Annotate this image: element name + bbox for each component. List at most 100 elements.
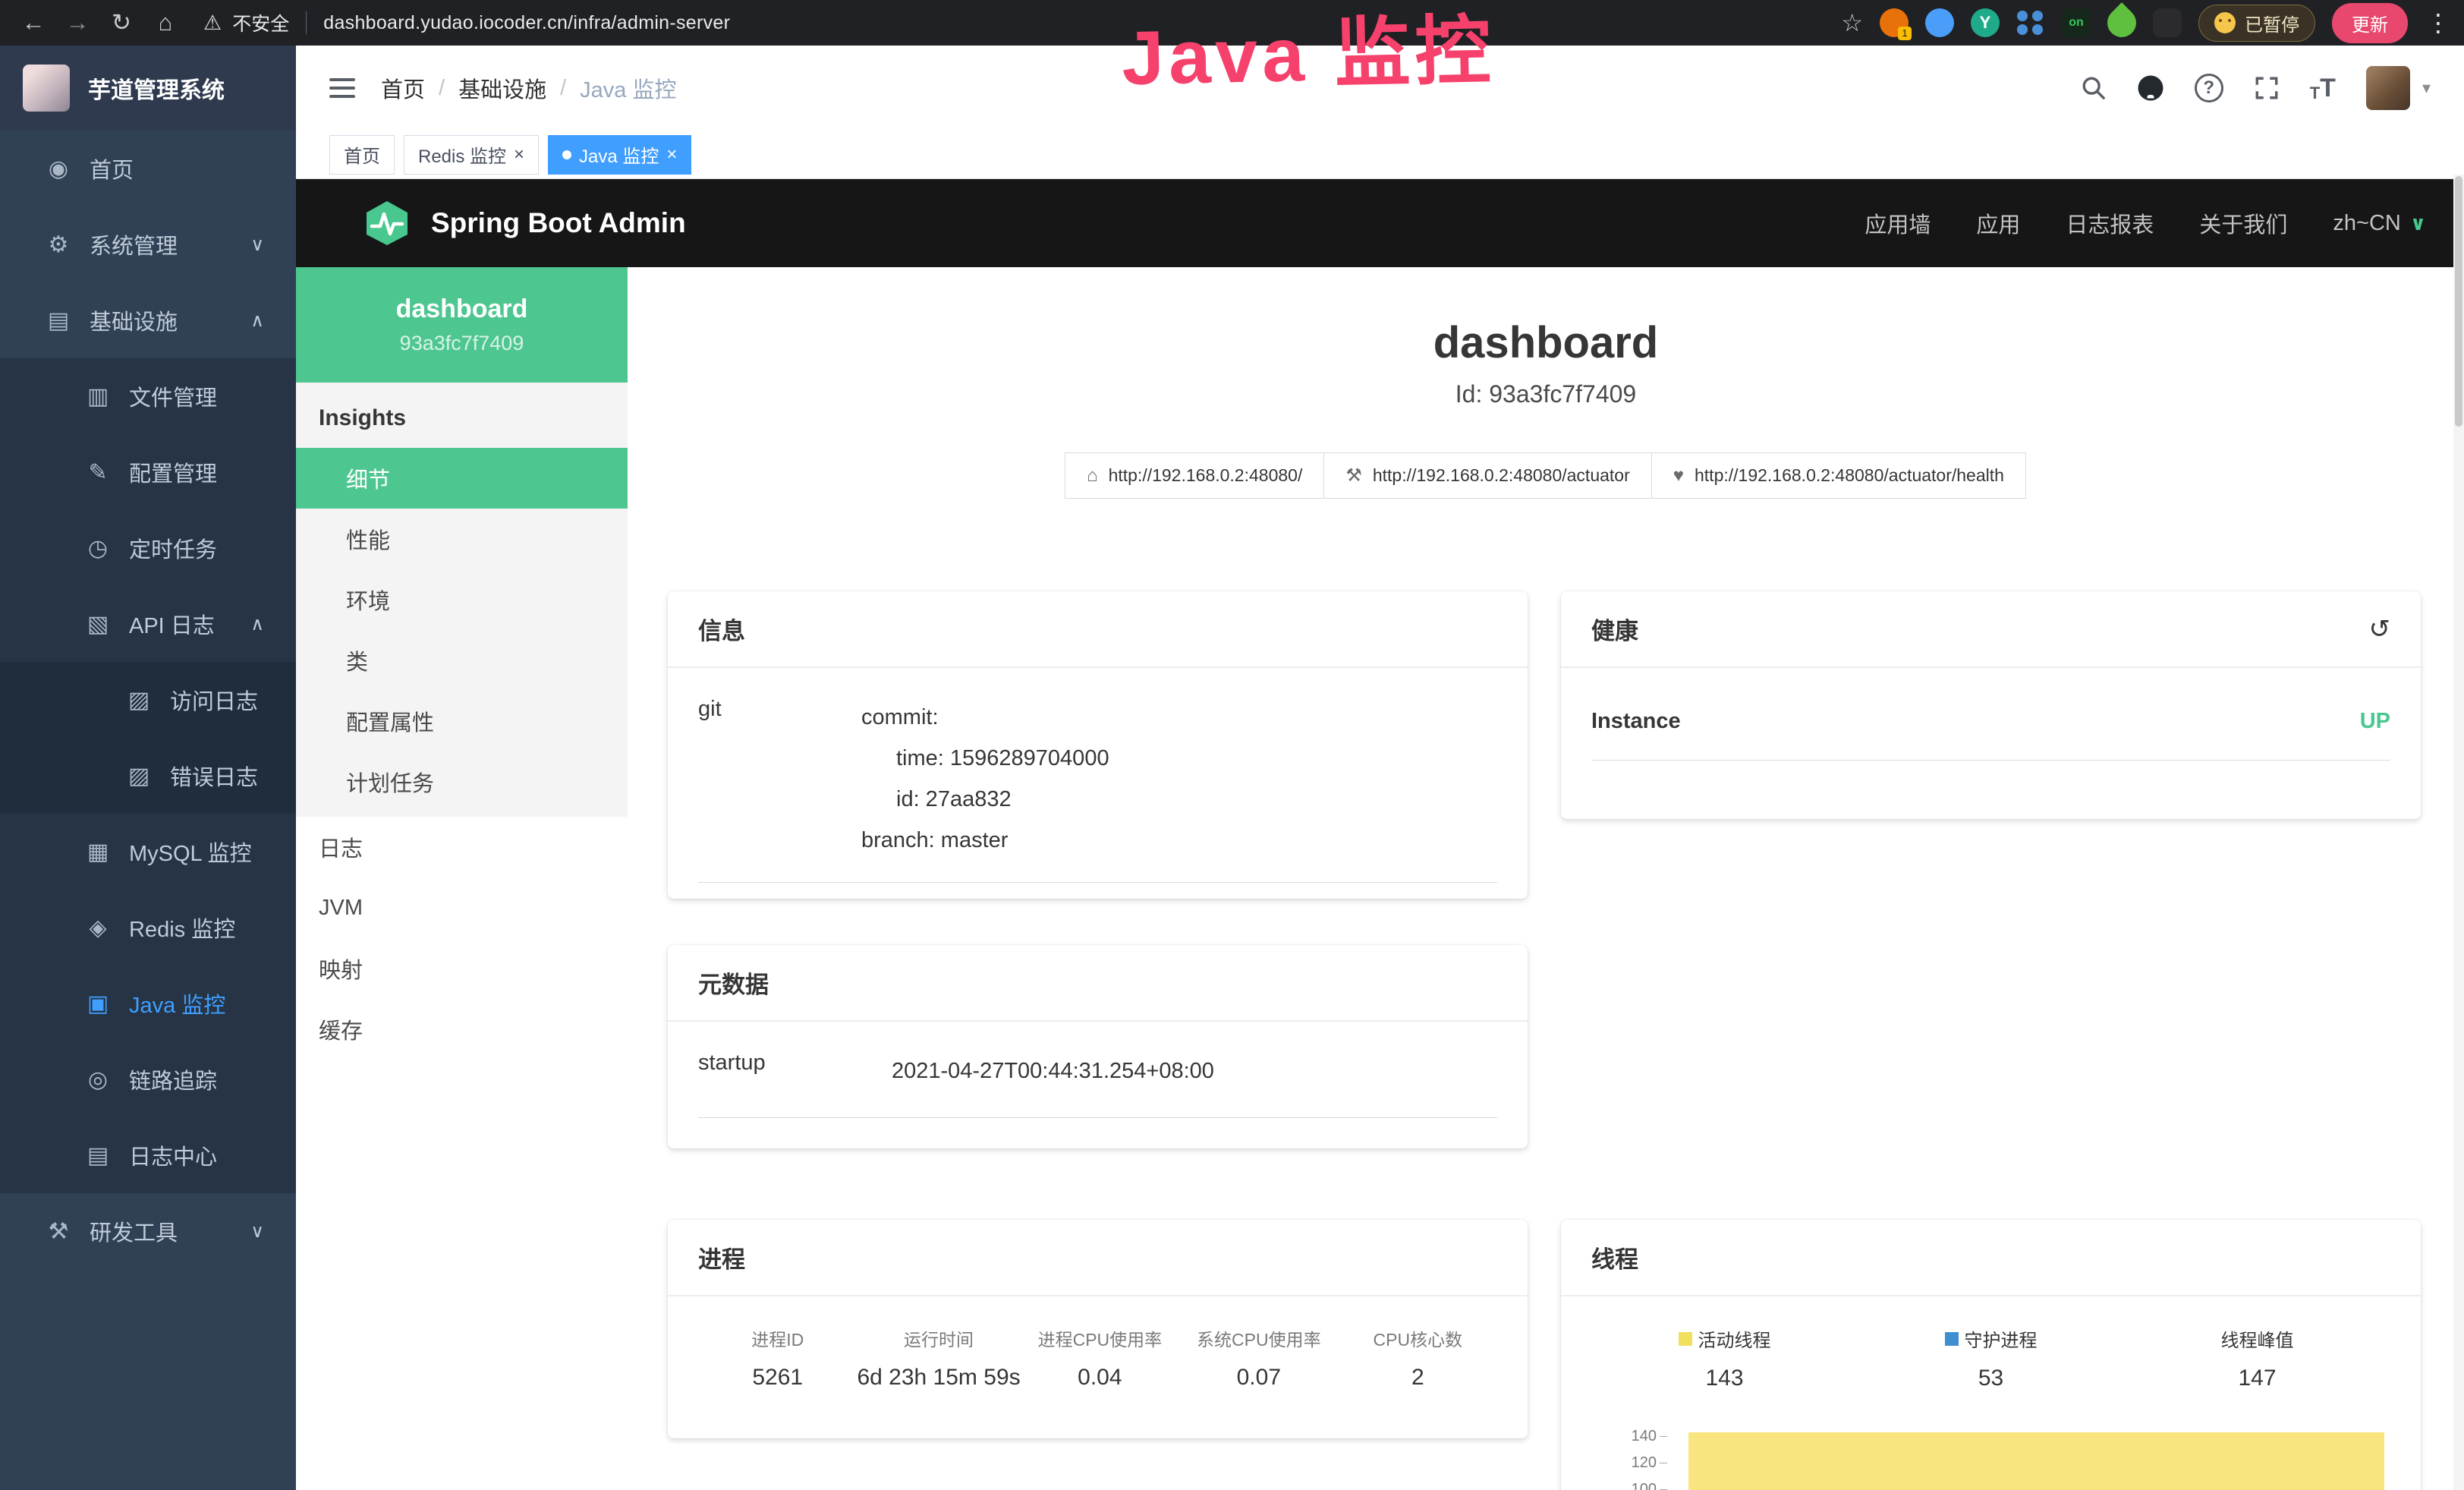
redis-icon: ◈ xyxy=(83,915,112,941)
sba-item-metrics[interactable]: 性能 xyxy=(296,509,628,569)
sidebar-item-tracing[interactable]: ◎ 链路追踪 xyxy=(0,1041,296,1117)
sba-brand[interactable]: Spring Boot Admin xyxy=(363,199,686,247)
update-button[interactable]: 更新 xyxy=(2332,3,2408,43)
sba-nav-about[interactable]: 关于我们 xyxy=(2199,207,2287,239)
sba-item-logs[interactable]: 日志 xyxy=(296,817,628,877)
sba-locale-select[interactable]: zh~CN ∨ xyxy=(2333,211,2426,236)
legend-blue-swatch xyxy=(1945,1332,1959,1346)
sba-item-mappings[interactable]: 映射 xyxy=(296,938,628,999)
tab-home[interactable]: 首页 xyxy=(329,135,395,175)
sidebar-item-infra[interactable]: ▤ 基础设施 ∧ xyxy=(0,282,296,358)
browser-home-icon[interactable]: ⌂ xyxy=(146,9,185,36)
sba-content: dashboard Id: 93a3fc7f7409 ⌂ http://192.… xyxy=(628,267,2464,1490)
stat-process-cpu: 进程CPU使用率 0.04 xyxy=(1021,1325,1179,1391)
service-url-button[interactable]: ⌂ http://192.168.0.2:48080/ xyxy=(1065,452,1324,499)
sba-nav-wallboard[interactable]: 应用墙 xyxy=(1865,207,1931,239)
tab-redis-monitor[interactable]: Redis 监控 × xyxy=(404,135,539,175)
url-text[interactable]: dashboard.yudao.iocoder.cn/infra/admin-s… xyxy=(323,12,730,34)
sidebar-item-label: 文件管理 xyxy=(129,380,217,412)
address-bar[interactable]: ⚠ 不安全 dashboard.yudao.iocoder.cn/infra/a… xyxy=(203,9,730,36)
refresh-icon[interactable]: ↻ xyxy=(102,9,141,36)
font-size-icon[interactable]: TT xyxy=(2310,74,2336,103)
extension-icon-3[interactable]: Y xyxy=(1971,8,2000,37)
bookmark-star-icon[interactable]: ☆ xyxy=(1841,8,1863,37)
extension-icon-2[interactable] xyxy=(1925,8,1954,37)
chevron-down-icon: ∨ xyxy=(250,234,264,256)
sba-item-details[interactable]: 细节 xyxy=(296,448,628,509)
extension-icon-7[interactable] xyxy=(2153,8,2182,37)
app-title: 芋道管理系统 xyxy=(88,71,225,105)
log-icon: ▨ xyxy=(124,763,153,789)
close-icon[interactable]: × xyxy=(666,144,677,165)
sidebar-item-label: 链路追踪 xyxy=(129,1063,217,1095)
app-logo-row[interactable]: 芋道管理系统 xyxy=(0,46,296,131)
extension-icon-1[interactable]: 1 xyxy=(1880,8,1909,37)
history-icon[interactable]: ↺ xyxy=(2369,614,2391,644)
user-avatar[interactable] xyxy=(2366,66,2410,110)
fullscreen-icon[interactable] xyxy=(2254,75,2280,101)
sba-body: dashboard 93a3fc7f7409 Insights 细节 性能 环境… xyxy=(296,267,2464,1490)
y-axis-tick: 140 xyxy=(1591,1428,1667,1445)
back-icon[interactable]: ← xyxy=(14,9,53,36)
sba-item-caches[interactable]: 缓存 xyxy=(296,999,628,1060)
tab-java-monitor[interactable]: Java 监控 × xyxy=(548,135,691,175)
sidebar-item-label: Redis 监控 xyxy=(129,912,235,943)
security-label[interactable]: 不安全 xyxy=(232,9,289,36)
browser-menu-icon[interactable]: ⋮ xyxy=(2426,8,2450,37)
help-icon[interactable]: ? xyxy=(2195,74,2223,102)
sidebar-item-mysql-monitor[interactable]: ▦ MySQL 监控 xyxy=(0,814,296,890)
breadcrumb-separator: / xyxy=(439,76,445,101)
breadcrumb-current: Java 监控 xyxy=(580,72,676,104)
hamburger-icon[interactable] xyxy=(329,78,355,98)
sba-app-block[interactable]: dashboard 93a3fc7f7409 xyxy=(296,267,628,383)
sidebar-item-log-center[interactable]: ▤ 日志中心 xyxy=(0,1117,296,1193)
clock-icon: ◷ xyxy=(83,535,112,562)
instance-links: ⌂ http://192.168.0.2:48080/ ⚒ http://192… xyxy=(628,452,2464,499)
breadcrumb-infra[interactable]: 基础设施 xyxy=(458,72,546,104)
sidebar-item-files[interactable]: ▥ 文件管理 xyxy=(0,358,296,434)
scrollbar[interactable] xyxy=(2453,175,2464,1490)
avatar-caret-icon[interactable]: ▾ xyxy=(2422,78,2431,98)
search-icon[interactable] xyxy=(2081,75,2107,101)
sba-item-classes[interactable]: 类 xyxy=(296,630,628,691)
sba-item-config-props[interactable]: 配置属性 xyxy=(296,691,628,751)
sidebar-item-error-logs[interactable]: ▨ 错误日志 xyxy=(0,738,296,814)
actuator-url-button[interactable]: ⚒ http://192.168.0.2:48080/actuator xyxy=(1323,452,1651,499)
sba-item-scheduled[interactable]: 计划任务 xyxy=(296,751,628,812)
stat-uptime: 运行时间 6d 23h 15m 59s xyxy=(857,1325,1020,1391)
close-icon[interactable]: × xyxy=(514,144,524,165)
sba-nav-journal[interactable]: 日志报表 xyxy=(2066,207,2154,239)
threads-card-header: 线程 xyxy=(1561,1220,2421,1296)
breadcrumb-home[interactable]: 首页 xyxy=(381,72,425,104)
sba-header: Spring Boot Admin 应用墙 应用 日志报表 关于我们 zh~CN… xyxy=(296,179,2464,267)
sidebar-item-label: 基础设施 xyxy=(90,304,178,336)
chevron-down-icon: ∨ xyxy=(250,1221,264,1243)
sidebar-item-redis-monitor[interactable]: ◈ Redis 监控 xyxy=(0,890,296,966)
sidebar-item-api-logs[interactable]: ▧ API 日志 ∧ xyxy=(0,586,296,662)
scrollbar-thumb[interactable] xyxy=(2455,176,2462,427)
forward-icon[interactable]: → xyxy=(58,9,97,36)
sba-item-environment[interactable]: 环境 xyxy=(296,569,628,630)
health-instance-row[interactable]: Instance UP xyxy=(1591,697,2390,761)
paused-badge[interactable]: 已暂停 xyxy=(2198,5,2315,42)
sidebar-item-home[interactable]: ◉ 首页 xyxy=(0,131,296,206)
sidebar-item-config[interactable]: ✎ 配置管理 xyxy=(0,434,296,510)
sidebar-item-label: MySQL 监控 xyxy=(129,836,252,868)
sidebar-item-access-logs[interactable]: ▨ 访问日志 xyxy=(0,662,296,738)
info-key: git xyxy=(698,697,861,861)
sidebar-item-scheduled-tasks[interactable]: ◷ 定时任务 xyxy=(0,510,296,586)
sidebar-item-system[interactable]: ⚙ 系统管理 ∨ xyxy=(0,206,296,282)
sidebar-item-label: 研发工具 xyxy=(90,1215,178,1247)
sba-item-jvm[interactable]: JVM xyxy=(296,877,628,938)
health-url-button[interactable]: ♥ http://192.168.0.2:48080/actuator/heal… xyxy=(1651,452,2026,499)
address-divider xyxy=(306,11,307,34)
sidebar-item-java-monitor[interactable]: ▣ Java 监控 xyxy=(0,966,296,1041)
extension-icon-5[interactable]: on xyxy=(2062,8,2091,37)
extension-icon-6[interactable] xyxy=(2101,2,2142,43)
sidebar-item-dev-tools[interactable]: ⚒ 研发工具 ∨ xyxy=(0,1193,296,1269)
extension-badge: 1 xyxy=(1898,27,1912,40)
github-icon[interactable] xyxy=(2137,74,2164,102)
info-value: commit: time: 1596289704000 id: 27aa832 … xyxy=(861,697,1109,861)
extension-icon-4[interactable] xyxy=(2016,8,2045,37)
sba-nav-applications[interactable]: 应用 xyxy=(1976,207,2020,239)
